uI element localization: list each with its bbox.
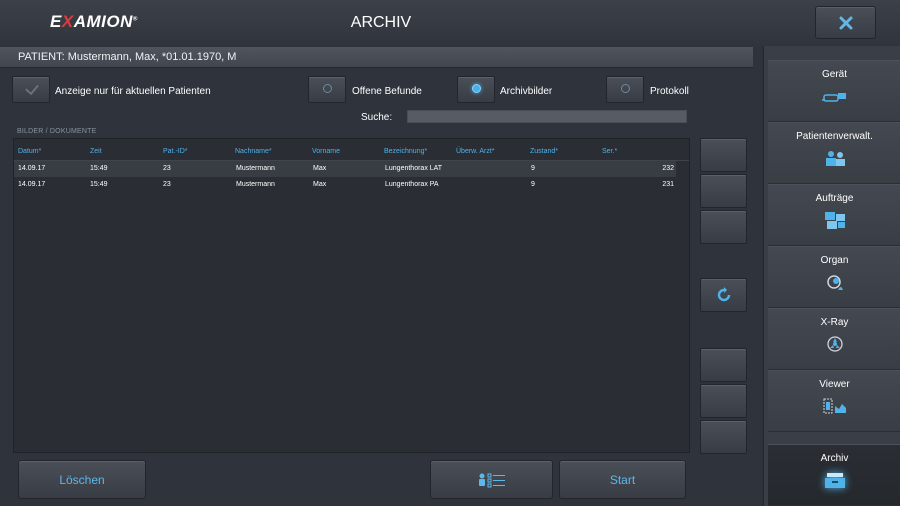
column-header-ser[interactable]: Ser.* — [602, 148, 617, 155]
patients-icon — [825, 151, 845, 166]
cell-zeit: 15:49 — [90, 165, 108, 172]
cell-bezeichnung: Lungenthorax PA — [385, 181, 439, 188]
label-protokoll: Protokoll — [650, 86, 689, 97]
radio-archivbilder[interactable] — [457, 76, 495, 103]
cell-pat-id: 23 — [163, 181, 171, 188]
radio-icon — [621, 84, 630, 93]
table-scrollbar[interactable] — [677, 161, 687, 451]
nav-item-label: Viewer — [819, 379, 850, 390]
search-input[interactable] — [407, 110, 687, 123]
side-button-4[interactable] — [700, 348, 747, 382]
nav-item-auftraege[interactable]: Aufträge — [768, 184, 900, 246]
organ-icon — [826, 275, 843, 290]
radio-selected-icon — [472, 84, 481, 93]
xray-icon — [826, 336, 843, 352]
right-navigation: Gerät Patientenverwalt. Aufträge Organ X… — [763, 46, 900, 506]
label-offene-befunde: Offene Befunde — [352, 86, 422, 97]
close-icon — [839, 16, 852, 29]
cell-vorname: Max — [313, 181, 327, 188]
column-header-nachname[interactable]: Nachname* — [235, 148, 272, 155]
table-row[interactable]: 14.09.17 15:49 23 Mustermann Max Lungent… — [14, 177, 676, 193]
top-bar: EXAMION® ARCHIV — [0, 0, 900, 46]
label-archivbilder: Archivbilder — [500, 86, 553, 97]
viewer-icon — [823, 398, 846, 414]
section-label: BILDER / DOKUMENTE — [17, 128, 97, 135]
close-button[interactable] — [815, 6, 876, 39]
radio-icon — [323, 84, 332, 93]
side-button-5[interactable] — [700, 384, 747, 418]
nav-item-label: Organ — [820, 255, 849, 266]
cell-ser: 231 — [662, 181, 674, 188]
column-header-vorname[interactable]: Vorname — [312, 148, 340, 155]
cell-vorname: Max — [313, 165, 327, 172]
nav-item-geraet[interactable]: Gerät — [768, 60, 900, 122]
side-button-2[interactable] — [700, 174, 747, 208]
cell-pat-id: 23 — [163, 165, 171, 172]
cell-nachname: Mustermann — [236, 165, 275, 172]
column-header-datum[interactable]: Datum* — [18, 148, 41, 155]
column-header-arzt[interactable]: Überw. Arzt* — [456, 148, 495, 155]
nav-item-xray[interactable]: X-Ray — [768, 308, 900, 370]
column-header-pat-id[interactable]: Pat.-ID* — [163, 148, 188, 155]
nav-item-viewer[interactable]: Viewer — [768, 370, 900, 432]
device-icon — [821, 93, 846, 102]
side-button-3[interactable] — [700, 210, 747, 244]
cell-zustand: 9 — [531, 165, 535, 172]
table-header: Datum* Zeit Pat.-ID* Nachname* Vorname B… — [14, 143, 689, 161]
current-patient-checkbox[interactable] — [12, 76, 50, 103]
refresh-button[interactable] — [700, 278, 747, 312]
radio-protokoll[interactable] — [606, 76, 644, 103]
refresh-icon — [717, 287, 730, 302]
nav-item-label: Aufträge — [815, 193, 854, 204]
table-row[interactable]: 14.09.17 15:49 23 Mustermann Max Lungent… — [14, 161, 676, 177]
patient-info-bar: PATIENT: Mustermann, Max, *01.01.1970, M — [0, 47, 753, 68]
nav-item-patientenverwaltung[interactable]: Patientenverwalt. — [768, 122, 900, 184]
column-header-zustand[interactable]: Zustand* — [530, 148, 558, 155]
nav-item-archiv[interactable]: Archiv — [768, 444, 900, 506]
nav-item-label: Gerät — [821, 69, 847, 80]
cell-ser: 232 — [662, 165, 674, 172]
checkmark-icon — [25, 80, 39, 96]
patient-list-button[interactable] — [430, 460, 553, 499]
column-header-zeit[interactable]: Zeit — [90, 148, 102, 155]
archive-icon — [824, 473, 845, 488]
side-button-1[interactable] — [700, 138, 747, 172]
cell-datum: 14.09.17 — [18, 181, 46, 188]
current-patient-label: Anzeige nur für aktuellen Patienten — [55, 86, 211, 97]
cell-zeit: 15:49 — [90, 181, 108, 188]
page-title: ARCHIV — [350, 14, 412, 31]
side-button-6[interactable] — [700, 420, 747, 454]
nav-item-label: Patientenverwalt. — [796, 131, 873, 142]
nav-item-label: Archiv — [820, 453, 849, 464]
cell-datum: 14.09.17 — [18, 165, 46, 172]
orders-icon — [824, 212, 845, 229]
patient-list-icon — [478, 473, 505, 487]
column-header-bezeichnung[interactable]: Bezeichnung* — [384, 148, 427, 155]
start-button[interactable]: Start — [559, 460, 686, 499]
cell-bezeichnung: Lungenthorax LAT — [385, 165, 443, 172]
radio-offene-befunde[interactable] — [308, 76, 346, 103]
nav-item-organ[interactable]: Organ — [768, 246, 900, 308]
documents-table: Datum* Zeit Pat.-ID* Nachname* Vorname B… — [13, 138, 690, 453]
search-label: Suche: — [361, 112, 393, 123]
cell-nachname: Mustermann — [236, 181, 275, 188]
nav-item-label: X-Ray — [820, 317, 849, 328]
delete-button[interactable]: Löschen — [18, 460, 146, 499]
cell-zustand: 9 — [531, 181, 535, 188]
